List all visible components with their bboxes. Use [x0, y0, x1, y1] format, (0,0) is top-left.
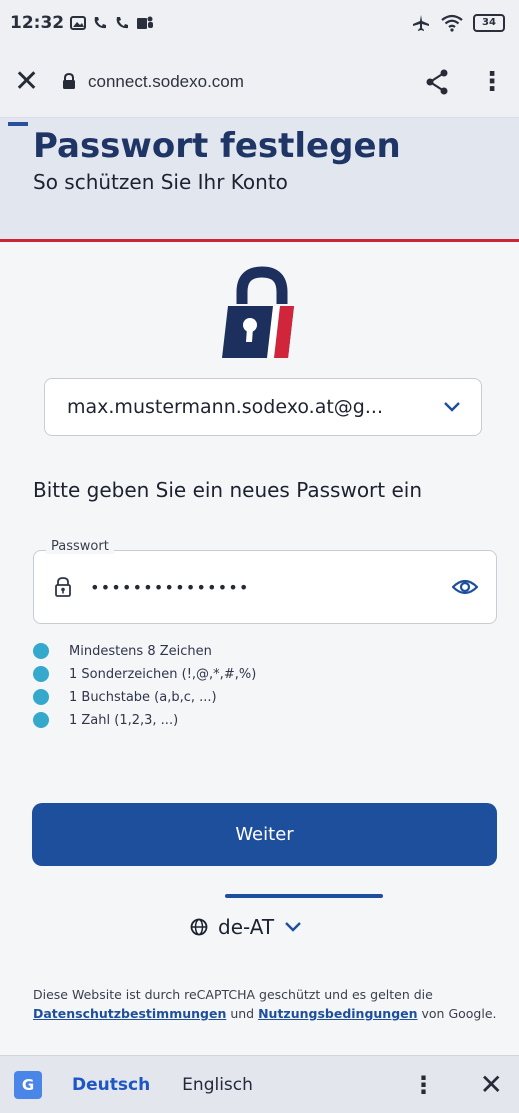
next-button[interactable]: Weiter — [32, 803, 497, 866]
header-banner: Passwort festlegen So schützen Sie Ihr K… — [0, 118, 519, 242]
close-tab-button[interactable]: ✕ — [14, 66, 52, 97]
globe-icon — [190, 918, 208, 936]
airplane-icon — [413, 15, 429, 31]
lock-icon — [62, 73, 82, 90]
show-password-eye-icon[interactable] — [452, 578, 478, 596]
divider — [225, 894, 383, 898]
page-subtitle: So schützen Sie Ihr Konto — [33, 170, 288, 194]
battery-icon: 34 — [473, 14, 505, 32]
picture-icon — [70, 16, 87, 30]
password-field[interactable]: ••••••••••••••• — [33, 550, 497, 624]
page-title: Passwort festlegen — [33, 126, 401, 166]
browser-actions: ⋮ — [425, 69, 505, 95]
requirement-text: Mindestens 8 Zeichen — [69, 643, 212, 659]
phone-icon — [94, 17, 107, 29]
password-prompt: Bitte geben Sie ein neues Passwort ein — [33, 478, 423, 502]
padlock-logo-icon — [218, 262, 302, 362]
header-accent-line — [8, 122, 28, 126]
terms-link[interactable]: Nutzungsbedingungen — [258, 1006, 417, 1021]
status-bar-left: 12:32 — [10, 13, 154, 33]
chevron-down-icon — [285, 922, 301, 932]
check-circle-icon — [33, 643, 49, 659]
legal-text: Diese Website ist durch reCAPTCHA geschü… — [33, 987, 433, 1002]
recaptcha-notice: Diese Website ist durch reCAPTCHA geschü… — [33, 985, 498, 1023]
requirement-text: 1 Buchstabe (a,b,c, ...) — [69, 689, 217, 705]
chevron-down-icon — [441, 396, 463, 418]
status-bar: 12:32 34 — [0, 0, 519, 46]
requirement-item: 1 Buchstabe (a,b,c, ...) — [33, 686, 256, 708]
address-bar-url[interactable]: connect.sodexo.com — [88, 72, 425, 92]
translate-bar: G Deutsch Englisch ⋮ ✕ — [0, 1055, 519, 1113]
language-select[interactable]: de-AT — [190, 910, 302, 944]
privacy-policy-link[interactable]: Datenschutzbestimmungen — [33, 1006, 226, 1021]
google-translate-icon: G — [14, 1070, 42, 1099]
password-requirements: Mindestens 8 Zeichen 1 Sonderzeichen (!,… — [33, 640, 256, 732]
requirement-item: 1 Zahl (1,2,3, ...) — [33, 709, 256, 731]
teams-icon — [137, 16, 154, 29]
browser-toolbar: ✕ connect.sodexo.com ⋮ — [0, 46, 519, 118]
account-select-value: max.mustermann.sodexo.at@g... — [67, 396, 383, 418]
translate-actions: ⋮ ✕ — [412, 1070, 503, 1099]
close-translate-button[interactable]: ✕ — [480, 1070, 503, 1099]
language-select-value: de-AT — [218, 915, 275, 939]
requirement-text: 1 Sonderzeichen (!,@,*,#,%) — [69, 666, 257, 682]
account-select[interactable]: max.mustermann.sodexo.at@g... — [44, 378, 482, 436]
browser-menu-button[interactable]: ⋮ — [479, 69, 505, 95]
phone-icon — [116, 17, 129, 29]
requirement-item: 1 Sonderzeichen (!,@,*,#,%) — [33, 663, 256, 685]
wifi-icon — [441, 14, 463, 32]
legal-text: und — [226, 1006, 259, 1021]
password-field-label: Passwort — [46, 539, 114, 554]
password-input[interactable]: ••••••••••••••• — [90, 578, 452, 597]
translate-menu-button[interactable]: ⋮ — [412, 1073, 436, 1097]
status-bar-right: 34 — [411, 14, 505, 32]
tab-source-language[interactable]: Deutsch — [72, 1075, 150, 1095]
status-time: 12:32 — [10, 13, 65, 33]
share-icon[interactable] — [425, 69, 449, 95]
requirement-item: Mindestens 8 Zeichen — [33, 640, 256, 662]
legal-text: von Google. — [417, 1006, 497, 1021]
check-circle-icon — [33, 689, 49, 705]
check-circle-icon — [33, 712, 49, 728]
check-circle-icon — [33, 666, 49, 682]
tab-target-language[interactable]: Englisch — [182, 1075, 253, 1095]
lock-icon — [54, 576, 76, 598]
requirement-text: 1 Zahl (1,2,3, ...) — [69, 712, 179, 728]
